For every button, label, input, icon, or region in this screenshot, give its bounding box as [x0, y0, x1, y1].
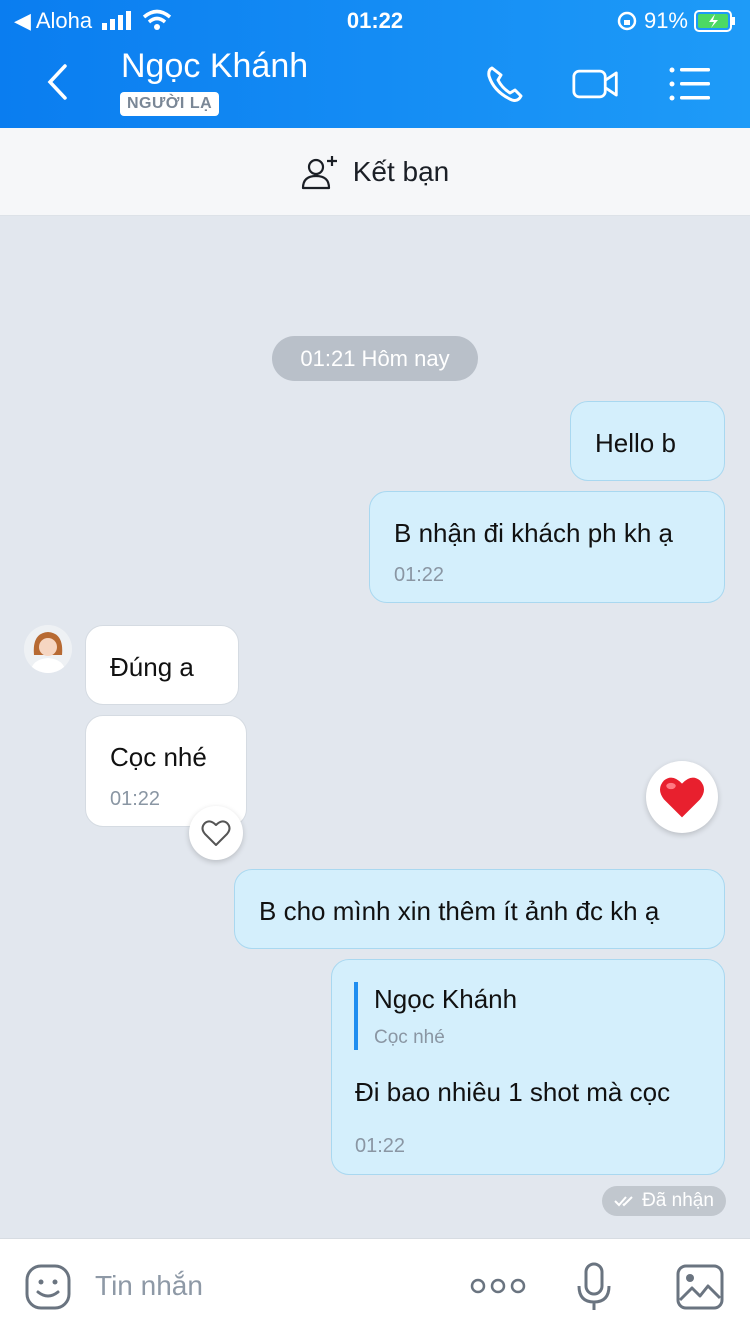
heart-reaction[interactable] — [646, 761, 718, 833]
double-check-icon — [614, 1196, 633, 1207]
delivered-status: Đã nhận — [602, 1186, 726, 1216]
message-time: 01:22 — [110, 788, 161, 810]
phone-call-icon[interactable] — [482, 62, 530, 106]
avatar-image — [24, 625, 72, 673]
message-time: 01:22 — [355, 1135, 406, 1157]
avatar[interactable] — [24, 625, 72, 673]
battery-percent: 91% — [643, 8, 688, 33]
add-friend-bar[interactable]: Kết bạn — [0, 128, 750, 216]
microphone-icon[interactable] — [576, 1262, 612, 1312]
reply-quote-bar — [354, 982, 358, 1050]
message-text: Cọc nhé — [110, 742, 207, 772]
message-bubble-outgoing[interactable]: B cho mình xin thêm ít ảnh đc kh ạ — [234, 869, 725, 949]
message-text: Đúng a — [110, 652, 194, 682]
message-bubble-outgoing[interactable]: B nhận đi khách ph kh ạ 01:22 — [369, 491, 725, 603]
message-bubble-incoming[interactable]: Đúng a — [85, 625, 239, 705]
message-bubble-outgoing[interactable]: Hello b — [570, 401, 725, 481]
chat-header: ◀ Aloha 01:22 91% Ngọc Khánh NGƯỜI LẠ — [0, 0, 750, 128]
react-button[interactable] — [189, 806, 243, 860]
heart-icon — [660, 777, 704, 818]
message-input[interactable]: Tin nhắn — [95, 1270, 203, 1302]
reply-quote-name: Ngọc Khánh — [374, 984, 518, 1014]
menu-list-icon[interactable] — [666, 62, 714, 106]
image-gallery-icon[interactable] — [676, 1264, 724, 1310]
rotation-lock-icon — [617, 11, 637, 31]
message-text: Đi bao nhiêu 1 shot mà cọc — [355, 1077, 671, 1107]
message-text: B nhận đi khách ph kh ạ — [394, 518, 673, 548]
reply-quote-text: Cọc nhé — [374, 1027, 445, 1048]
video-call-icon[interactable] — [572, 62, 620, 106]
add-friend-label: Kết bạn — [352, 155, 450, 187]
message-time: 01:22 — [394, 564, 445, 586]
add-friend-icon — [301, 155, 337, 189]
stranger-badge: NGƯỜI LẠ — [120, 92, 220, 116]
timestamp-pill: 01:21 Hôm nay — [272, 336, 478, 381]
back-arrow-icon[interactable] — [40, 62, 80, 102]
battery-icon — [694, 10, 735, 32]
status-bar: ◀ Aloha 01:22 91% — [0, 6, 750, 36]
heart-outline-icon — [201, 820, 231, 846]
message-text: Hello b — [595, 428, 676, 458]
message-text: B cho mình xin thêm ít ảnh đc kh ạ — [259, 896, 660, 926]
sticker-emoji-icon[interactable] — [24, 1263, 72, 1311]
contact-name[interactable]: Ngọc Khánh — [121, 47, 308, 86]
more-options-icon[interactable] — [470, 1274, 526, 1298]
